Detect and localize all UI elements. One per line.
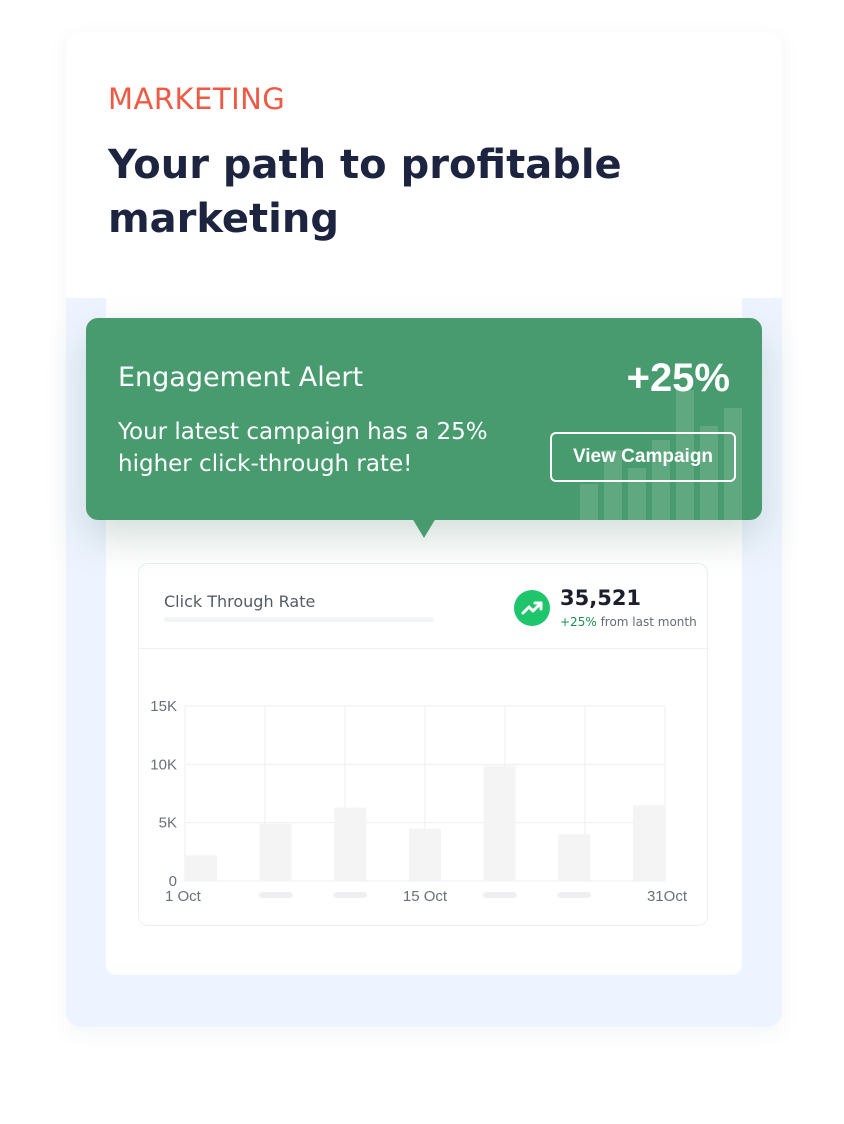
chart-bar [558, 834, 591, 881]
x-tick-placeholder [333, 892, 368, 898]
alert-message: Your latest campaign has a 25% higher cl… [118, 419, 488, 477]
engagement-alert: Engagement Alert Your latest campaign ha… [86, 318, 762, 538]
chart-bar [409, 828, 441, 881]
x-tick-placeholder [482, 892, 517, 898]
x-tick-placeholder [258, 892, 293, 898]
card-header: MARKETING Your path to profitable market… [66, 32, 782, 298]
chart-bar [334, 807, 367, 881]
page-title: Your path to profitable marketing [108, 142, 622, 242]
view-campaign-button[interactable]: View Campaign [550, 432, 736, 482]
ctr-chart-card: Click Through Rate 35,521 +25% from last… [138, 563, 708, 926]
y-tick-label: 5K [159, 815, 177, 832]
y-tick-label: 10K [150, 756, 177, 773]
chart-bar [633, 805, 665, 881]
alert-pointer [412, 518, 436, 538]
chart-bar [259, 823, 292, 881]
alert-title: Engagement Alert [118, 362, 364, 393]
chart-bar [185, 855, 217, 881]
alert-percent: +25% [626, 356, 730, 400]
x-tick-placeholder [557, 892, 592, 898]
decor-bar [580, 484, 598, 520]
x-tick-label: 31Oct [647, 888, 688, 905]
section-eyebrow: MARKETING [108, 82, 286, 116]
chart-bar [483, 765, 516, 881]
bar-chart: 05K10K15K1 Oct 15 Oct 31Oct [150, 698, 688, 905]
y-tick-label: 15K [150, 698, 177, 715]
x-tick-label: 15 Oct [403, 888, 448, 905]
x-tick-label: 1 Oct [165, 888, 202, 905]
